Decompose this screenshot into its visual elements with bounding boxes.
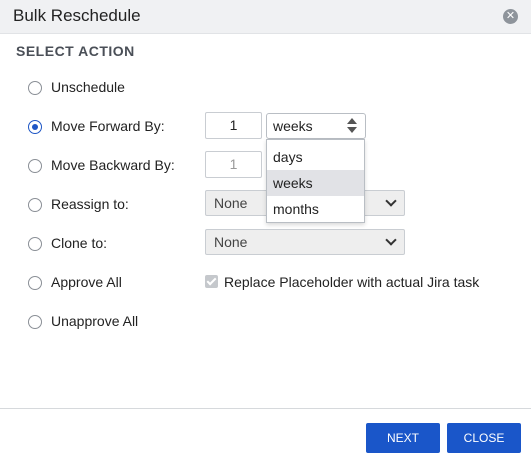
footer-divider — [0, 408, 531, 409]
move-forward-radio[interactable] — [28, 120, 42, 134]
approve-all-label: Approve All — [51, 274, 122, 290]
move-forward-label: Move Forward By: — [51, 118, 165, 134]
unit-option-days[interactable]: days — [267, 144, 364, 170]
replace-placeholder-label: Replace Placeholder with actual Jira tas… — [224, 274, 480, 290]
unit-dropdown-list: days weeks months — [266, 139, 365, 223]
approve-all-radio[interactable] — [28, 276, 42, 290]
reassign-select-value: None — [214, 195, 248, 211]
move-backward-amount-input[interactable]: 1 — [205, 151, 262, 178]
chevron-down-icon — [385, 195, 397, 207]
move-forward-unit-select[interactable]: weeks — [266, 113, 366, 139]
reassign-radio[interactable] — [28, 198, 42, 212]
clone-select[interactable]: None — [205, 229, 405, 255]
replace-placeholder-checkbox[interactable] — [205, 275, 218, 288]
section-title: SELECT ACTION — [16, 43, 135, 59]
unschedule-label: Unschedule — [51, 79, 125, 95]
dialog-title: Bulk Reschedule — [13, 6, 141, 25]
unschedule-radio[interactable] — [28, 81, 42, 95]
move-forward-amount-input[interactable]: 1 — [205, 112, 262, 139]
close-icon[interactable]: ✕ — [503, 9, 518, 24]
spinner-arrows-icon — [347, 118, 357, 134]
unit-option-months[interactable]: months — [267, 196, 364, 222]
move-backward-radio[interactable] — [28, 159, 42, 173]
clone-select-value: None — [214, 234, 248, 250]
unapprove-all-label: Unapprove All — [51, 313, 139, 329]
chevron-down-icon — [385, 234, 397, 246]
dialog-title-bar: Bulk Reschedule ✕ — [0, 0, 531, 34]
move-backward-label: Move Backward By: — [51, 157, 175, 173]
unit-select-value: weeks — [273, 118, 313, 134]
unapprove-all-radio[interactable] — [28, 315, 42, 329]
clone-radio[interactable] — [28, 237, 42, 251]
close-button[interactable]: CLOSE — [447, 423, 521, 453]
unit-option-weeks[interactable]: weeks — [267, 170, 364, 196]
reassign-label: Reassign to: — [51, 196, 129, 212]
clone-label: Clone to: — [51, 235, 108, 251]
next-button[interactable]: NEXT — [366, 423, 440, 453]
